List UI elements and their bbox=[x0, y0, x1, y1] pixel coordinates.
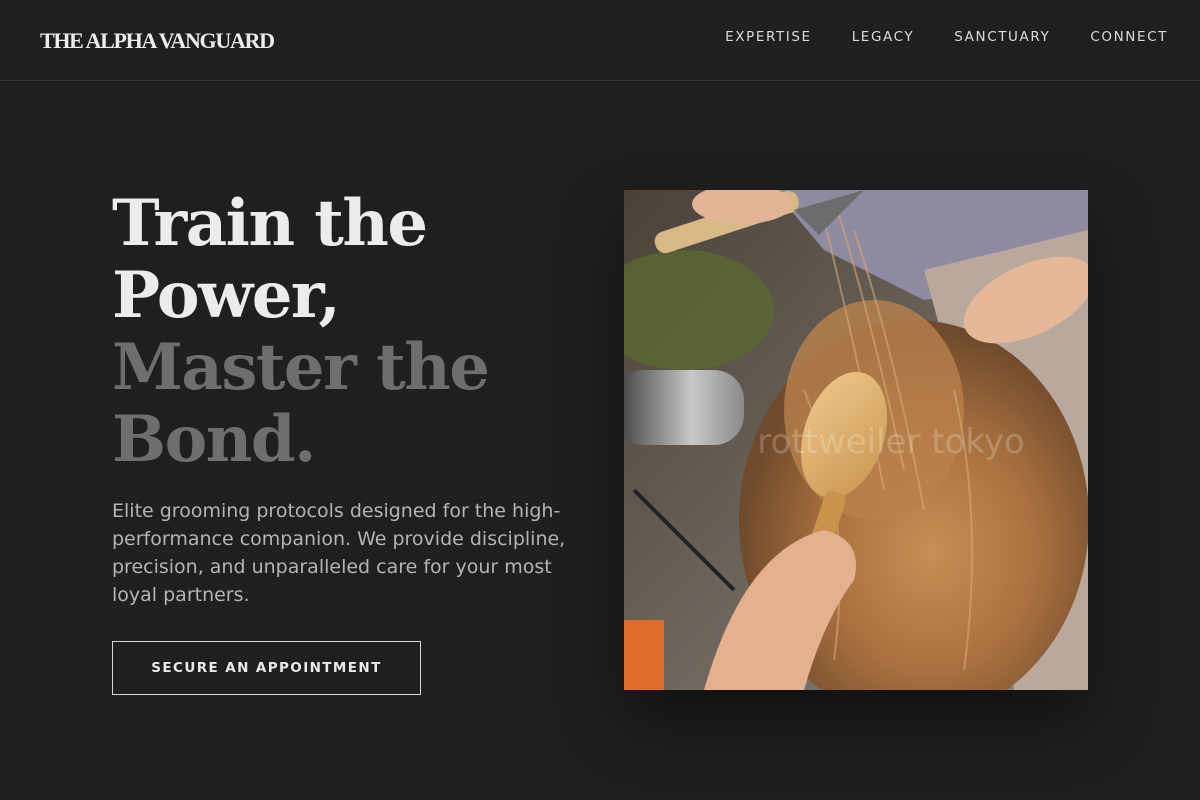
site-logo[interactable]: THE ALPHA VANGUARD bbox=[40, 28, 275, 54]
hero-title-dim-line: Master the bbox=[112, 330, 490, 405]
hero-photo: rottweiler tokyo bbox=[624, 190, 1088, 690]
hero-title-line: Power, bbox=[112, 258, 341, 333]
hero-description: Elite grooming protocols designed for th… bbox=[112, 500, 566, 606]
hero-title-dim-line: Bond. bbox=[112, 402, 316, 477]
secure-appointment-button[interactable]: SECURE AN APPOINTMENT bbox=[112, 641, 421, 695]
hero-title: Train the Power, Master the Bond. bbox=[112, 188, 592, 476]
nav-sanctuary[interactable]: SANCTUARY bbox=[954, 29, 1050, 45]
nav-legacy[interactable]: LEGACY bbox=[852, 29, 915, 45]
main-nav: EXPERTISE LEGACY SANCTUARY CONNECT bbox=[725, 29, 1168, 45]
nav-expertise[interactable]: EXPERTISE bbox=[725, 29, 812, 45]
grooming-illustration bbox=[624, 190, 1088, 690]
hero-title-line: Train the bbox=[112, 186, 428, 261]
nav-connect[interactable]: CONNECT bbox=[1090, 29, 1168, 45]
site-header: THE ALPHA VANGUARD EXPERTISE LEGACY SANC… bbox=[0, 0, 1200, 81]
